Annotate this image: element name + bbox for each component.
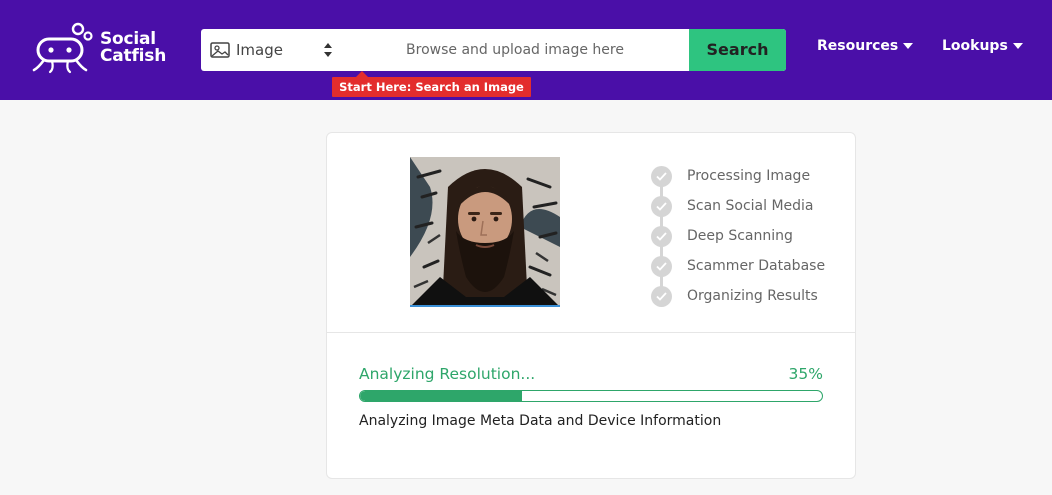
step-label: Scammer Database: [687, 258, 826, 274]
nav-resources-label: Resources: [817, 38, 899, 54]
step-organizing-results: Organizing Results: [651, 281, 851, 311]
progress-status-text: Analyzing Resolution...: [359, 365, 536, 383]
step-scan-social-media: Scan Social Media: [651, 191, 851, 221]
image-icon: [210, 42, 230, 58]
progress-percent: 35%: [788, 365, 823, 383]
progress-bar-fill: [360, 391, 522, 401]
step-processing-image: Processing Image: [651, 161, 851, 191]
nav-resources[interactable]: Resources: [817, 38, 914, 54]
search-type-label: Image: [236, 41, 283, 59]
progress-bar: [359, 390, 823, 402]
checkmark-icon: [651, 165, 672, 187]
nav-lookups[interactable]: Lookups: [942, 38, 1023, 54]
nav-lookups-label: Lookups: [942, 38, 1008, 54]
start-here-tooltip: Start Here: Search an Image: [332, 71, 531, 97]
search-type-select[interactable]: Image: [201, 29, 341, 71]
tooltip-arrow: [356, 71, 368, 77]
search-button[interactable]: Search: [689, 29, 786, 71]
step-label: Organizing Results: [687, 288, 818, 304]
upload-image-field[interactable]: Browse and upload image here: [341, 29, 689, 71]
uploaded-photo: [410, 157, 560, 307]
step-label: Processing Image: [687, 168, 811, 184]
checkmark-icon: [651, 195, 672, 217]
step-label: Scan Social Media: [687, 198, 814, 214]
checkmark-icon: [651, 255, 672, 277]
sort-updown-icon: [324, 43, 332, 57]
checkmark-icon: [651, 225, 672, 247]
portrait-image: [410, 157, 560, 305]
checkmark-icon: [651, 285, 672, 307]
card-divider: [327, 332, 855, 333]
progress-detail-text: Analyzing Image Meta Data and Device Inf…: [359, 413, 722, 429]
tooltip-text: Start Here: Search an Image: [339, 80, 524, 94]
scan-steps-list: Processing Image Scan Social Media Deep …: [651, 161, 851, 311]
step-scammer-database: Scammer Database: [651, 251, 851, 281]
search-progress-card: Processing Image Scan Social Media Deep …: [326, 132, 856, 479]
caret-down-icon: [903, 43, 914, 49]
caret-down-icon: [1012, 43, 1023, 49]
brand-line-2: Catfish: [100, 46, 167, 66]
catfish-logo-icon: [32, 22, 93, 74]
step-label: Deep Scanning: [687, 228, 793, 244]
step-deep-scanning: Deep Scanning: [651, 221, 851, 251]
search-bar: Image Browse and upload image here Searc…: [201, 29, 786, 71]
social-catfish-logo[interactable]: Social Catfish: [32, 22, 166, 74]
